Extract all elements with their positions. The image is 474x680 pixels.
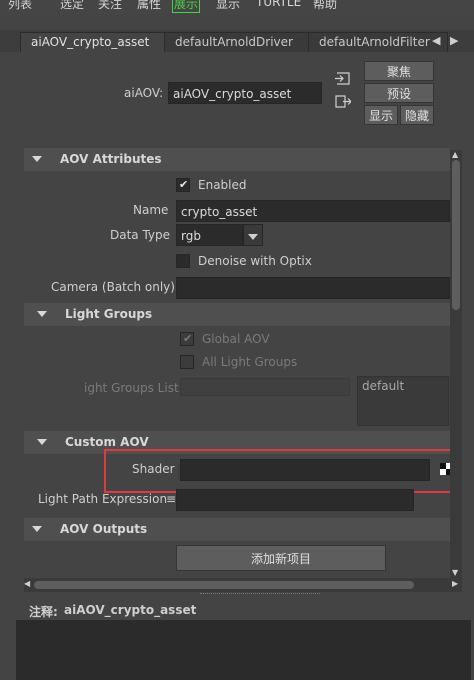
all-light-groups-label: All Light Groups [202,355,298,369]
menu-item-focus[interactable]: 关注 [98,0,122,12]
input-connection-icon[interactable] [335,72,351,85]
aiaov-name-field[interactable]: aiAOV_crypto_asset [168,82,322,104]
highlight-annotation-box [104,449,462,493]
section-title: AOV Attributes [60,152,162,166]
enabled-label: Enabled [198,178,247,192]
menu-item-show-active[interactable]: 展示 [172,0,201,13]
camera-label: Camera (Batch only) [51,280,175,294]
collapse-triangle-icon [37,439,47,445]
name-field[interactable]: crypto_asset [176,200,450,222]
collapse-triangle-icon [32,526,42,532]
check-icon: ✔ [183,332,193,345]
light-groups-list-label: ight Groups List [84,381,179,395]
horizontal-scrollbar-thumb[interactable] [34,581,414,589]
menu-item-attributes[interactable]: 属性 [137,0,161,12]
vertical-scrollbar-thumb[interactable] [452,160,460,310]
tab-scroll-left-icon[interactable]: ◀ [432,34,440,47]
name-label: Name [133,203,169,217]
light-groups-list-box[interactable]: default [357,376,449,426]
hide-button[interactable]: 隐藏 [400,105,434,125]
camera-field[interactable] [176,277,450,299]
data-type-select[interactable]: rgb [176,224,243,246]
tab-default-arnold-driver[interactable]: defaultArnoldDriver [164,32,320,52]
enabled-checkbox[interactable]: ✔ [176,178,190,192]
tab-default-arnold-filter[interactable]: defaultArnoldFilter [308,32,448,52]
collapse-triangle-icon [32,156,42,162]
section-title: AOV Outputs [60,522,148,536]
notes-header: 注释: aiAOV_crypto_asset [16,598,474,620]
scroll-right-arrow-icon[interactable]: ▶ [452,579,458,588]
global-aov-checkbox[interactable]: ✔ [180,332,194,346]
panel-splitter-handle[interactable] [200,593,320,596]
section-title: Light Groups [65,307,153,321]
all-light-groups-checkbox[interactable] [180,355,194,369]
notes-node-name: aiAOV_crypto_asset [64,603,197,617]
menu-item-help[interactable]: 帮助 [313,0,337,12]
menu-item-display[interactable]: 显示 [216,0,240,12]
menu-item-turtle[interactable]: TURTLE [256,0,301,9]
scroll-up-arrow-icon[interactable]: ▲ [452,150,458,159]
aiaov-label: aiAOV: [124,86,164,100]
scroll-down-arrow-icon[interactable]: ▼ [452,568,458,577]
menu-item-list[interactable]: 列表 [8,0,32,12]
collapse-triangle-icon [37,311,47,317]
scroll-left-arrow-icon[interactable]: ◀ [24,579,30,588]
section-aov-attributes[interactable]: AOV Attributes [24,148,450,171]
denoise-label: Denoise with Optix [198,254,312,268]
check-icon: ✔ [179,178,189,191]
menu-item-select[interactable]: 选定 [60,0,84,12]
tab-scroll-right-icon[interactable]: ▶ [450,34,458,47]
show-button[interactable]: 显示 [364,105,398,125]
output-connection-icon[interactable] [335,95,352,108]
add-new-item-button[interactable]: 添加新项目 [176,545,386,571]
menu-bar: 列表 选定 关注 属性 展示 显示 TURTLE 帮助 [0,0,474,14]
light-groups-list-field[interactable] [180,378,350,396]
notes-text-area[interactable] [16,620,471,680]
data-type-dropdown-icon[interactable] [243,224,263,246]
section-light-groups[interactable]: Light Groups [24,303,450,326]
notes-label: 注释: [29,605,58,619]
data-type-label: Data Type [110,228,171,242]
section-aov-outputs[interactable]: AOV Outputs [24,518,450,541]
global-aov-label: Global AOV [202,332,270,346]
light-path-expression-label: Light Path Expression [38,492,168,506]
presets-button[interactable]: 预设 [364,83,434,103]
equals-sign-icon: ≡ [166,492,177,506]
denoise-checkbox[interactable] [176,254,190,268]
focus-button[interactable]: 聚焦 [364,61,434,81]
light-path-expression-field[interactable] [176,489,414,511]
tab-aiaov-crypto-asset[interactable]: aiAOV_crypto_asset [20,32,182,52]
